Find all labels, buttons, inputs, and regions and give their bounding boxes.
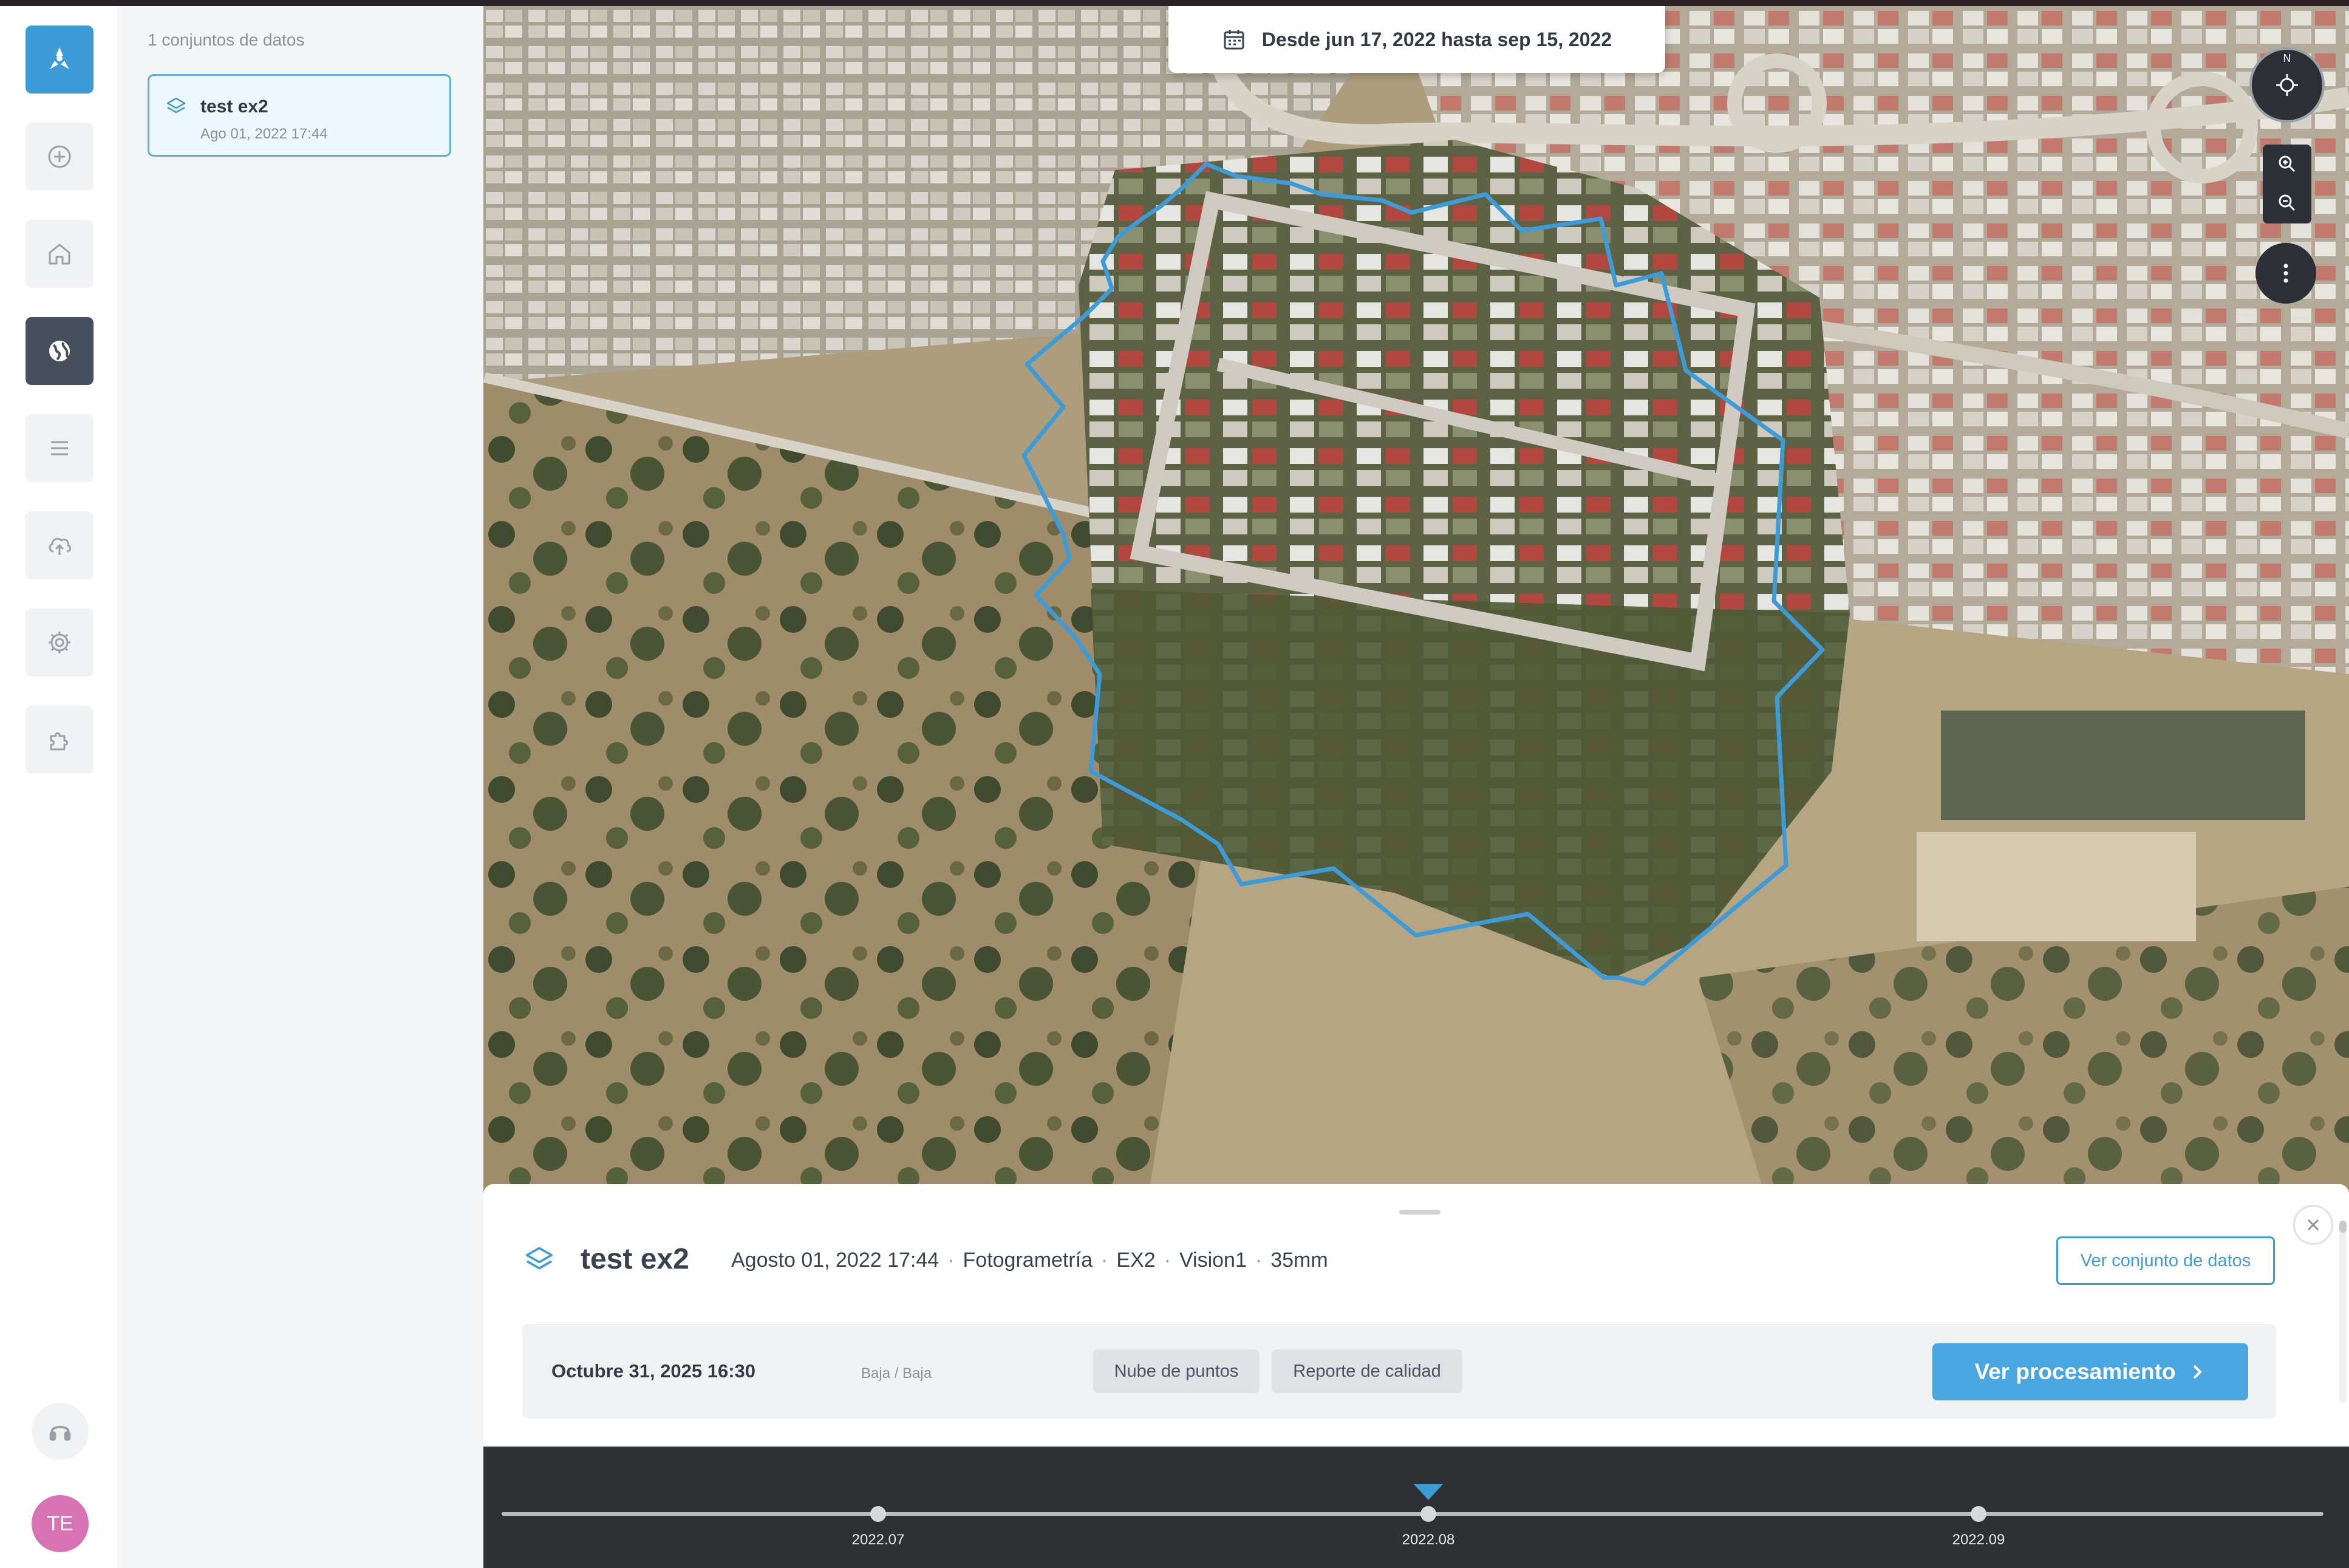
quality-report-chip[interactable]: Reporte de calidad — [1272, 1349, 1462, 1393]
dataset-card[interactable]: test ex2 Ago 01, 2022 17:44 — [148, 74, 451, 157]
chevron-right-icon — [2193, 1365, 2202, 1379]
calendar-icon — [1224, 30, 1244, 50]
globe-icon — [49, 341, 70, 361]
dataset-name: test ex2 — [200, 97, 268, 117]
dataset-meta: Agosto 01, 2022 17:44 · Fotogrametría · EX2 ·… — [731, 1249, 1328, 1272]
timeline-track[interactable] — [502, 1512, 2323, 1516]
timeline-label: 2022.07 — [851, 1532, 905, 1548]
timeline-selected-marker-icon[interactable] — [1413, 1483, 1444, 1501]
nav-home-button[interactable] — [26, 220, 94, 288]
processing-date: Octubre 31, 2025 16:30 — [551, 1360, 756, 1382]
timeline-point[interactable] — [870, 1506, 886, 1522]
dataset-title: test ex2 — [581, 1243, 689, 1275]
nav-list-button[interactable] — [26, 414, 94, 482]
locate-button[interactable]: N — [2249, 47, 2325, 123]
point-cloud-chip[interactable]: Nube de puntos — [1093, 1349, 1260, 1393]
view-processing-label: Ver procesamiento — [1974, 1359, 2176, 1384]
zoom-controls — [2263, 145, 2311, 223]
date-range-text: Desde jun 17, 2022 hasta sep 15, 2022 — [1261, 28, 1612, 50]
plus-circle-icon — [48, 145, 71, 168]
home-icon — [49, 244, 70, 265]
puzzle-icon — [50, 732, 68, 751]
dataset-date: Ago 01, 2022 17:44 — [200, 126, 328, 142]
zoom-in-icon — [2279, 155, 2296, 172]
datasets-panel: 1 conjuntos de datos test ex2 Ago 01, 20… — [117, 6, 485, 1568]
layers-icon — [166, 97, 186, 114]
layers-icon — [525, 1247, 553, 1270]
nav-plugins-button[interactable] — [26, 706, 94, 774]
more-vertical-icon — [2283, 264, 2288, 283]
date-range-filter[interactable]: Desde jun 17, 2022 hasta sep 15, 2022 — [1168, 6, 1665, 73]
datasets-count: 1 conjuntos de datos — [148, 30, 305, 49]
zoom-out-button[interactable] — [2263, 183, 2311, 222]
nav-upload-button[interactable] — [26, 511, 94, 579]
timeline-point[interactable] — [1420, 1506, 1436, 1522]
sheet-scrollbar[interactable] — [2339, 1221, 2347, 1403]
support-button[interactable] — [32, 1403, 89, 1460]
nav-map-button[interactable] — [26, 317, 94, 385]
meta-camera: Vision1 — [1179, 1249, 1247, 1272]
nav-settings-button[interactable] — [26, 608, 94, 677]
headset-icon — [49, 1425, 71, 1441]
sheet-drag-handle[interactable] — [1399, 1210, 1440, 1215]
user-avatar[interactable]: TE — [32, 1495, 89, 1552]
meta-lens: 35mm — [1270, 1249, 1328, 1272]
nav-rail: TE — [0, 6, 118, 1568]
list-icon — [51, 441, 68, 455]
timeline: 2022.07 2022.08 2022.09 — [483, 1447, 2349, 1568]
timeline-point[interactable] — [1971, 1506, 1986, 1522]
compass-north-label: N — [2283, 52, 2291, 64]
meta-drone: EX2 — [1116, 1249, 1156, 1272]
app-logo-icon — [50, 47, 69, 69]
gear-icon — [49, 632, 70, 653]
timeline-label: 2022.08 — [1402, 1532, 1455, 1548]
close-button[interactable] — [2293, 1205, 2333, 1245]
meta-date: Agosto 01, 2022 17:44 — [731, 1249, 939, 1272]
meta-type: Fotogrametría — [963, 1249, 1093, 1272]
cloud-upload-icon — [49, 537, 71, 555]
view-dataset-button[interactable]: Ver conjunto de datos — [2056, 1236, 2275, 1285]
app-logo-button[interactable] — [26, 26, 94, 94]
locate-icon — [2276, 74, 2298, 96]
view-processing-button[interactable]: Ver procesamiento — [1932, 1343, 2248, 1400]
more-options-button[interactable] — [2255, 243, 2316, 304]
zoom-in-button[interactable] — [2263, 145, 2311, 183]
close-icon — [2307, 1219, 2319, 1231]
nav-add-button[interactable] — [26, 123, 94, 191]
app-window: TE 1 conjuntos de datos test ex2 Ago 01,… — [0, 6, 2349, 1568]
zoom-out-icon — [2279, 194, 2296, 211]
processing-card: Octubre 31, 2025 16:30 Baja / Baja Nube … — [522, 1324, 2276, 1419]
processing-quality: Baja / Baja — [861, 1365, 932, 1382]
dataset-detail-sheet: test ex2 Agosto 01, 2022 17:44 · Fotograme… — [483, 1184, 2349, 1447]
timeline-label: 2022.09 — [1952, 1532, 2005, 1548]
